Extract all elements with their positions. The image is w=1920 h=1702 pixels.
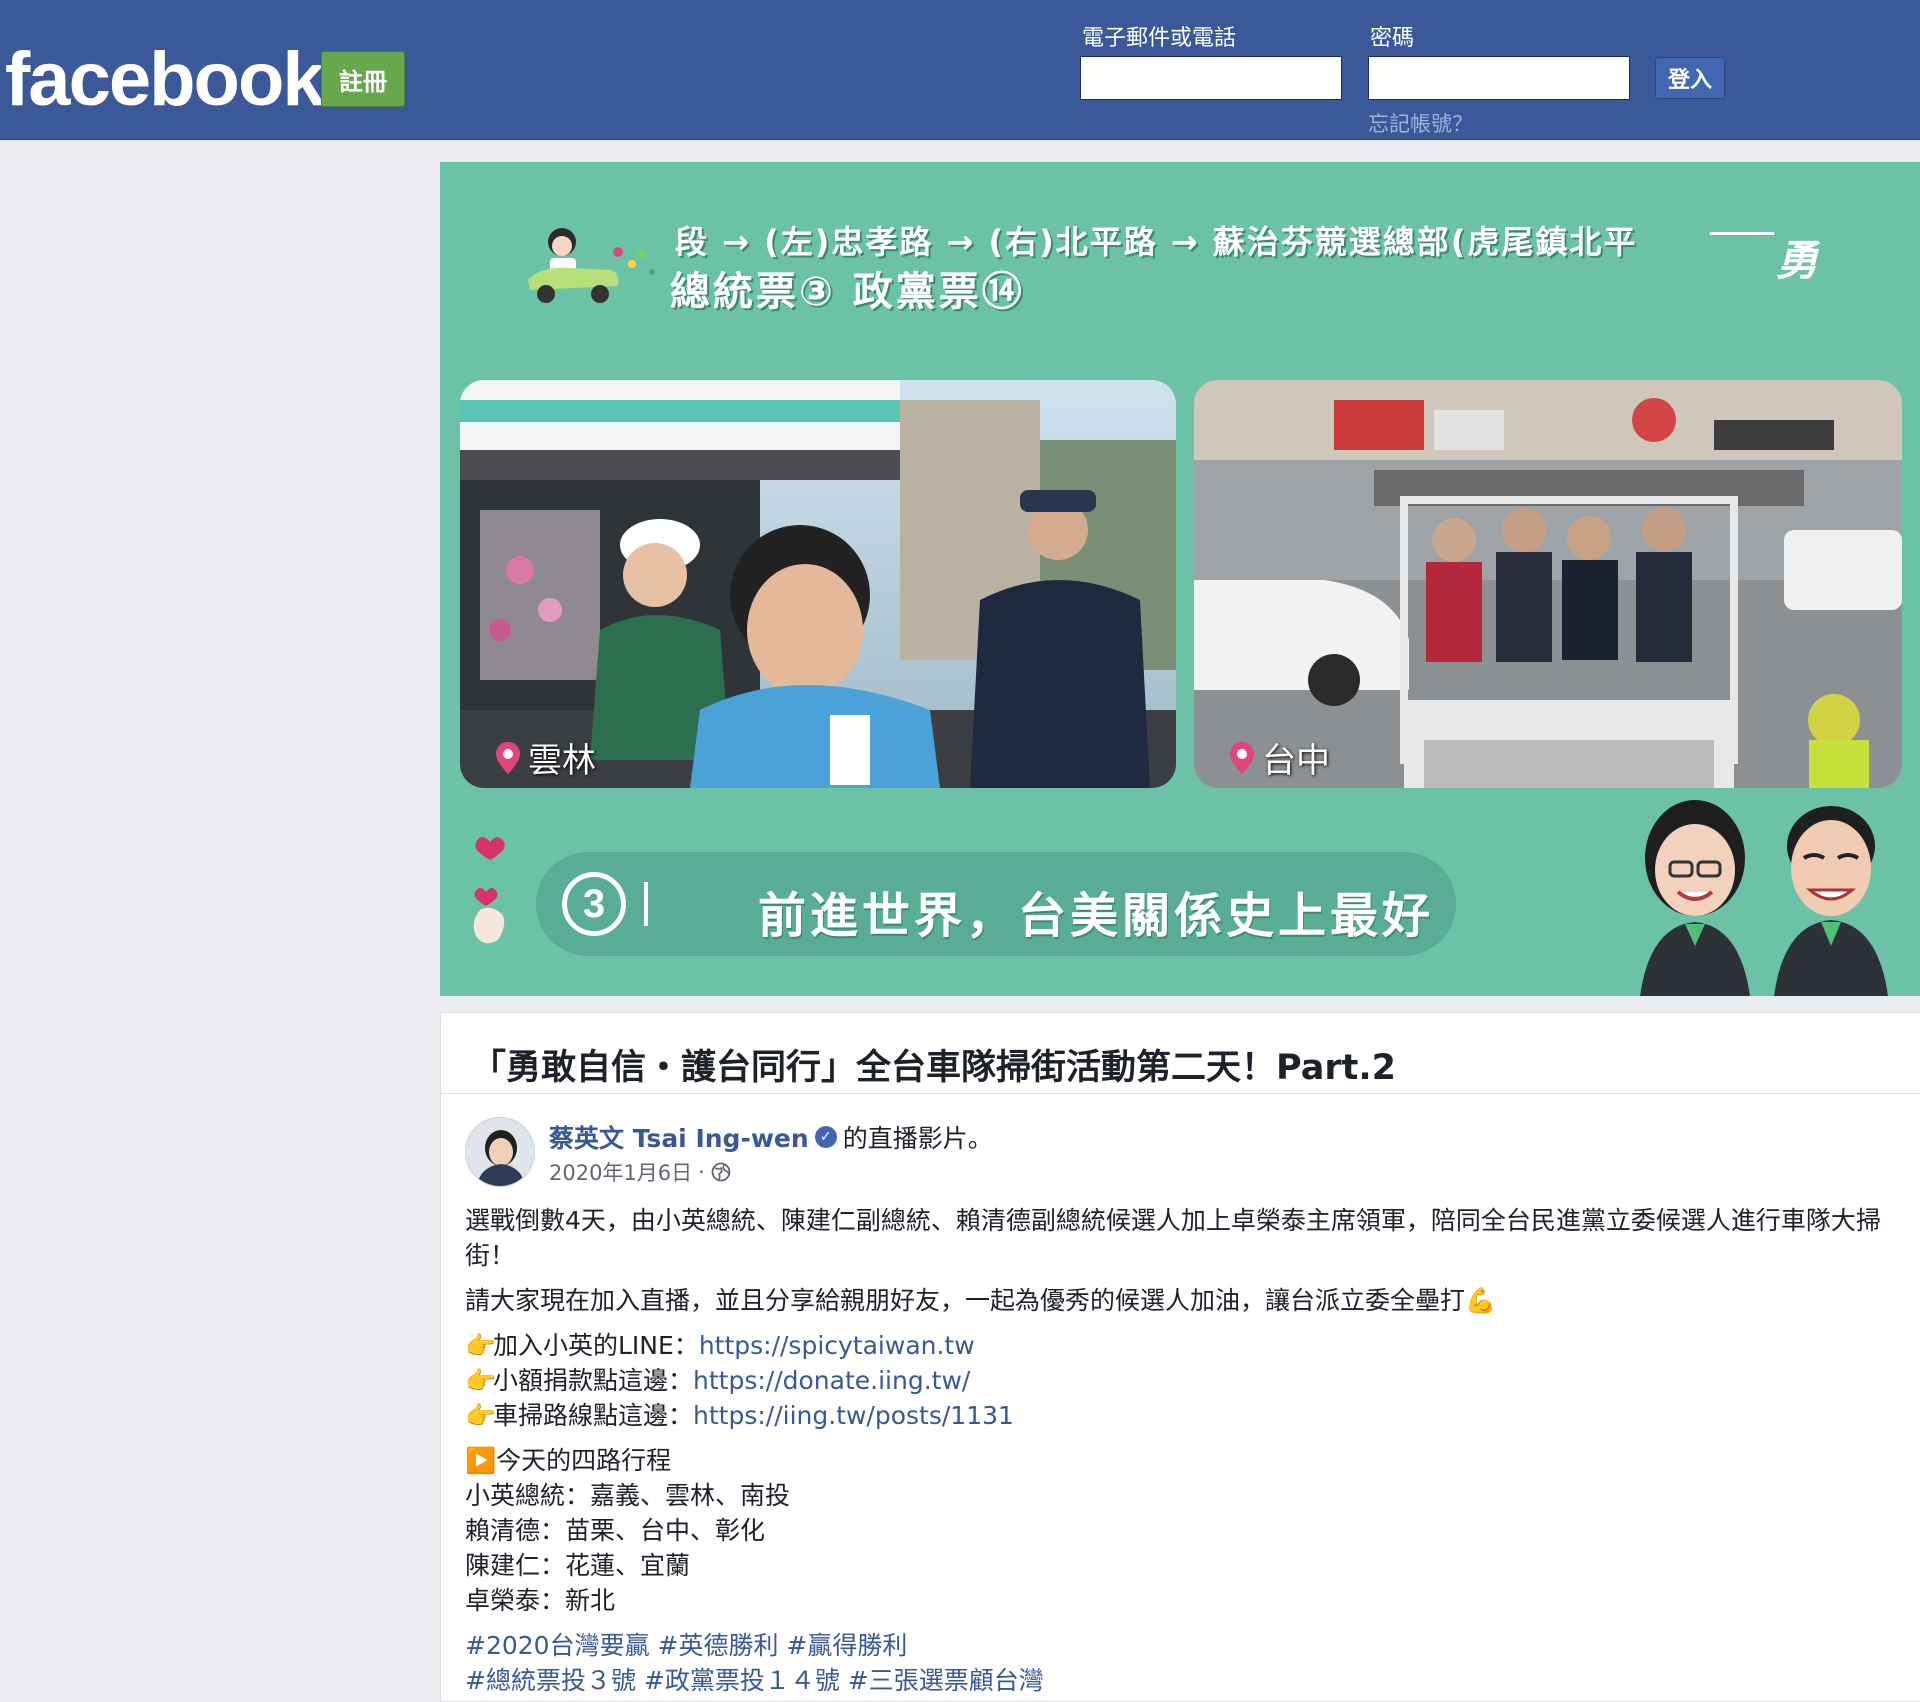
title-divider <box>441 1093 1920 1094</box>
schedule-heading-row: ▶️今天的四路行程 <box>465 1443 1885 1478</box>
link-label: 加入小英的LINE： <box>493 1331 699 1360</box>
schedule-item: 小英總統：嘉義、雲林、南投 <box>465 1481 791 1510</box>
caption-divider <box>1710 232 1774 235</box>
password-label: 密碼 <box>1370 26 1415 51</box>
map-pin-icon <box>1230 741 1254 774</box>
campaign-car-icon <box>528 228 655 303</box>
ballot-caption: 總統票③ 政黨票⑭ <box>670 269 1025 315</box>
link-label: 小額捐款點這邊： <box>493 1366 694 1395</box>
route-caption: 段 → (左)忠孝路 → (右)北平路 → 蘇治芬競選總部(虎尾鎮北平 <box>675 223 1638 261</box>
donate-url-link[interactable]: https://donate.iing.tw/ <box>693 1366 970 1395</box>
author-line: 蔡英文 Tsai Ing-wen ✓ 的直播影片。 <box>549 1119 993 1155</box>
pointing-hand-icon: 👉 <box>465 1401 497 1430</box>
route-url-link[interactable]: https://iing.tw/posts/1131 <box>693 1401 1014 1430</box>
slogan-banner: 3 前進世界，台美關係史上最好 <box>536 852 1456 956</box>
map-pin-icon <box>496 741 520 774</box>
hashtags-line-1[interactable]: #2020台灣要贏 #英德勝利 #贏得勝利 <box>465 1628 1885 1663</box>
schedule-block: ▶️今天的四路行程 小英總統：嘉義、雲林、南投 賴清德：苗栗、台中、彰化 陳建仁… <box>465 1443 1885 1618</box>
candidate-cartoon-portrait-2 <box>1774 806 1888 996</box>
post-timestamp: 2020年1月6日 · <box>549 1157 731 1187</box>
pointing-hand-icon: 👉 <box>465 1366 497 1395</box>
top-navigation-bar: facebook 註冊 電子郵件或電話 密碼 登入 忘記帳號？ <box>0 0 1920 140</box>
candidate-cartoon-portrait-1 <box>1640 800 1750 996</box>
line-url-link[interactable]: https://spicytaiwan.tw <box>699 1331 975 1360</box>
login-button[interactable]: 登入 <box>1655 57 1725 99</box>
banner-divider <box>644 882 648 926</box>
video-feed-taichung: 台中 <box>1194 380 1902 788</box>
line-link-row: 👉加入小英的LINE：https://spicytaiwan.tw <box>465 1328 1885 1363</box>
post-paragraph-1: 選戰倒數4天，由小英總統、陳建仁副總統、賴清德副總統候選人加上卓榮泰主席領軍，陪… <box>465 1206 1881 1270</box>
author-name-link[interactable]: 蔡英文 Tsai Ing-wen <box>549 1119 809 1155</box>
street-scene-image <box>460 380 1176 788</box>
slogan-text: 前進世界，台美關係史上最好 <box>758 888 1435 944</box>
hashtags-line-2[interactable]: #總統票投３號 #政黨票投１４號 #三張選票顧台灣 <box>465 1663 1885 1698</box>
route-link-row: 👉車掃路線點這邊：https://iing.tw/posts/1131 <box>465 1398 1885 1433</box>
timestamp-separator: · <box>698 1160 705 1184</box>
candidate-number-badge: 3 <box>562 872 626 936</box>
author-suffix: 的直播影片。 <box>842 1124 993 1153</box>
post-card: 「勇敢自信・護台同行」全台車隊掃街活動第二天！Part.2 蔡英文 Tsai I… <box>440 1012 1920 1702</box>
link-label: 車掃路線點這邊： <box>493 1401 694 1430</box>
post-paragraph-2: 請大家現在加入直播，並且分享給親朋好友，一起為優秀的候選人加油，讓台派立委全壘打… <box>465 1286 1497 1315</box>
finger-heart-icon <box>473 837 505 944</box>
facebook-logo[interactable]: facebook <box>5 30 325 130</box>
post-links: 👉加入小英的LINE：https://spicytaiwan.tw 👉小額捐款點… <box>465 1328 1885 1433</box>
location-label-left: 雲林 <box>528 741 596 781</box>
post-date-link[interactable]: 2020年1月6日 <box>549 1157 692 1187</box>
post-body: 選戰倒數4天，由小英總統、陳建仁副總統、賴清德副總統候選人加上卓榮泰主席領軍，陪… <box>465 1203 1885 1698</box>
password-field[interactable] <box>1368 56 1630 100</box>
play-button-icon: ▶️ <box>465 1446 497 1475</box>
author-avatar[interactable] <box>465 1117 535 1187</box>
email-field[interactable] <box>1080 56 1342 100</box>
location-tag-left: 雲林 <box>496 733 596 782</box>
email-label: 電子郵件或電話 <box>1082 26 1237 51</box>
verified-badge-icon: ✓ <box>814 1126 837 1148</box>
schedule-item: 賴清德：苗栗、台中、彰化 <box>465 1516 766 1545</box>
signup-button[interactable]: 註冊 <box>321 51 405 107</box>
schedule-item: 卓榮泰：新北 <box>465 1586 616 1615</box>
post-title: 「勇敢自信・護台同行」全台車隊掃街活動第二天！Part.2 <box>471 1048 1396 1088</box>
pointing-hand-icon: 👉 <box>465 1331 497 1360</box>
forgot-account-link[interactable]: 忘記帳號？ <box>1368 108 1473 138</box>
location-label-right: 台中 <box>1262 741 1330 781</box>
globe-icon <box>711 1162 731 1182</box>
donate-link-row: 👉小額捐款點這邊：https://donate.iing.tw/ <box>465 1363 1885 1398</box>
avatar-image <box>466 1118 534 1186</box>
corner-caption: 勇 <box>1776 236 1819 285</box>
live-video-player[interactable]: 段 → (左)忠孝路 → (右)北平路 → 蘇治芬競選總部(虎尾鎮北平 總統票③… <box>440 162 1920 996</box>
motorcade-scene-image <box>1194 380 1902 788</box>
location-tag-right: 台中 <box>1230 733 1330 782</box>
schedule-heading: 今天的四路行程 <box>496 1446 672 1475</box>
schedule-item: 陳建仁：花蓮、宜蘭 <box>465 1551 691 1580</box>
video-feed-yunlin: 雲林 <box>460 380 1176 788</box>
